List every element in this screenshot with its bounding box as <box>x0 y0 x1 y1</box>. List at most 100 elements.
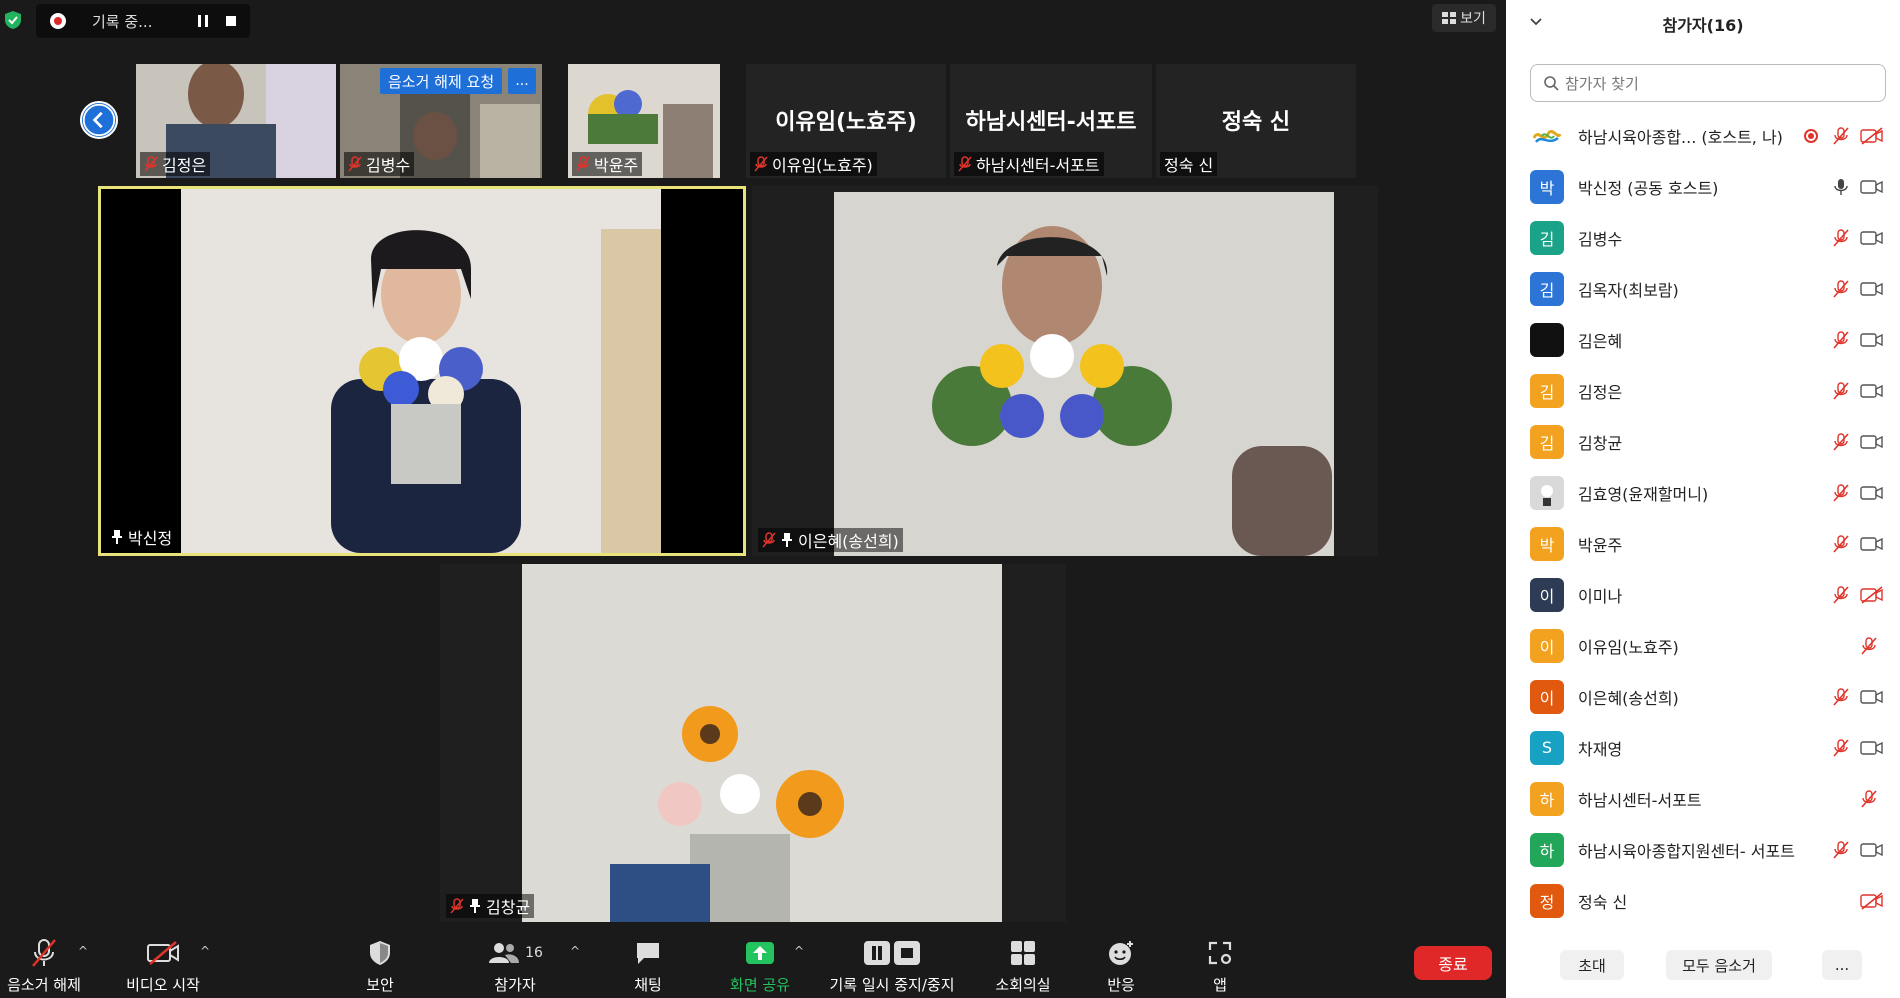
thumbnail-name-tile[interactable]: 이유임(노효주) 이유임(노효주) <box>746 64 946 178</box>
participant-row[interactable]: 박 박신정 (공동 호스트) <box>1506 161 1900 212</box>
start-video-label: 비디오 시작 <box>126 976 200 994</box>
search-placeholder: 참가자 찾기 <box>1565 74 1639 93</box>
mic-muted-icon[interactable] <box>1832 585 1850 605</box>
video-on-icon[interactable] <box>1860 535 1884 553</box>
thumbnail-video[interactable]: 박윤주 <box>568 64 720 178</box>
video-on-icon[interactable] <box>1860 484 1884 502</box>
participant-row[interactable]: 김 김옥자(최보람) <box>1506 263 1900 314</box>
video-on-icon[interactable] <box>1860 688 1884 706</box>
participant-row[interactable]: 이 이미나 <box>1506 569 1900 620</box>
participant-avatar: 이 <box>1530 577 1564 612</box>
start-video-button[interactable]: 비디오 시작 <box>118 936 208 995</box>
panel-more-button[interactable]: ... <box>1822 950 1862 980</box>
thumbnail-name-tile[interactable]: 하남시센터-서포트 하남시센터-서포트 <box>950 64 1152 178</box>
thumbnail-big-name: 하남시센터-서포트 <box>965 110 1137 135</box>
mic-muted-icon[interactable] <box>1832 330 1850 350</box>
participant-row[interactable]: 하남시육아종합... (호스트, 나) <box>1506 110 1900 161</box>
mic-muted-icon[interactable] <box>1832 279 1850 299</box>
mic-muted-icon[interactable] <box>1860 636 1878 656</box>
participants-options-caret[interactable]: ^ <box>570 944 580 958</box>
thumbnail-video[interactable]: 김정은 <box>136 64 336 178</box>
mic-muted-icon[interactable] <box>1832 687 1850 707</box>
participant-row[interactable]: 김 김창균 <box>1506 416 1900 467</box>
active-speaker-tile[interactable]: 박신정 <box>98 186 746 556</box>
participant-row[interactable]: 이 이은혜(송선희) <box>1506 671 1900 722</box>
participant-row[interactable]: 김효영(윤재할머니) <box>1506 467 1900 518</box>
mic-muted-icon[interactable] <box>1832 126 1850 146</box>
mic-muted-icon[interactable] <box>1832 840 1850 860</box>
pause-recording-icon[interactable] <box>196 14 210 28</box>
participant-row[interactable]: 김 김병수 <box>1506 212 1900 263</box>
mute-all-button[interactable]: 모두 음소거 <box>1666 950 1772 980</box>
participants-button[interactable]: 16 참가자 <box>480 936 550 995</box>
request-unmute-button[interactable]: 음소거 해제 요청 <box>380 68 503 94</box>
breakout-rooms-icon <box>1011 941 1035 965</box>
video-tile[interactable]: 이은혜(송선희) <box>752 186 1378 556</box>
participant-row[interactable]: 하 하남시센터-서포트 <box>1506 773 1900 824</box>
video-on-icon[interactable] <box>1860 739 1884 757</box>
search-icon <box>1544 76 1559 91</box>
record-pause-stop-button[interactable]: 기록 일시 중지/중지 <box>822 936 962 995</box>
tile-caption: 이은혜(송선희) <box>758 528 903 552</box>
unmute-button[interactable]: 음소거 해제 <box>4 936 84 995</box>
mic-muted-icon[interactable] <box>1832 483 1850 503</box>
view-button[interactable]: 보기 <box>1432 4 1496 32</box>
invite-button[interactable]: 초대 <box>1560 950 1624 980</box>
apps-button[interactable]: 앱 <box>1200 936 1240 995</box>
participant-row[interactable]: 박 박윤주 <box>1506 518 1900 569</box>
participant-avatar <box>1530 322 1564 357</box>
mic-muted-icon[interactable] <box>1832 432 1850 452</box>
participant-avatar: 정 <box>1530 883 1564 918</box>
participant-count-badge: 16 <box>525 945 543 961</box>
security-button[interactable]: 보안 <box>350 936 410 995</box>
share-options-caret[interactable]: ^ <box>794 944 804 958</box>
video-on-icon[interactable] <box>1860 841 1884 859</box>
participant-row[interactable]: 김은혜 <box>1506 314 1900 365</box>
participant-row[interactable]: 김 김정은 <box>1506 365 1900 416</box>
video-off-icon[interactable] <box>1860 126 1884 145</box>
participant-row[interactable]: 정 정숙 신 <box>1506 875 1900 926</box>
record-label: 기록 일시 중지/중지 <box>829 976 955 994</box>
video-off-icon[interactable] <box>1860 585 1884 604</box>
participant-row[interactable]: S 차재영 <box>1506 722 1900 773</box>
reactions-button[interactable]: 반응 <box>1094 936 1148 995</box>
reactions-label: 반응 <box>1107 976 1135 994</box>
organization-logo-icon <box>1532 129 1562 143</box>
end-meeting-button[interactable]: 종료 <box>1414 946 1492 980</box>
stop-recording-icon[interactable] <box>224 14 238 28</box>
share-screen-button[interactable]: 화면 공유 <box>720 936 800 995</box>
breakout-rooms-button[interactable]: 소회의실 <box>988 936 1058 995</box>
video-off-icon[interactable] <box>1860 891 1884 910</box>
participant-name: 하남시센터-서포트 <box>1578 790 1702 810</box>
thumbnail-name: 김정은 <box>162 156 207 175</box>
video-on-icon[interactable] <box>1860 280 1884 298</box>
mic-muted-icon[interactable] <box>1832 228 1850 248</box>
chat-button[interactable]: 채팅 <box>618 936 678 995</box>
mic-muted-icon[interactable] <box>1832 534 1850 554</box>
participant-name: 하남시육아종합지원센터- 서포트 <box>1578 841 1795 861</box>
mic-muted-icon[interactable] <box>1832 381 1850 401</box>
participant-name: 김옥자(최보람) <box>1578 280 1679 300</box>
video-on-icon[interactable] <box>1860 433 1884 451</box>
video-on-icon[interactable] <box>1860 382 1884 400</box>
audio-options-caret[interactable]: ^ <box>78 944 88 958</box>
mic-on-icon[interactable] <box>1832 177 1850 197</box>
thumbnail-name-tile[interactable]: 정숙 신 정숙 신 <box>1156 64 1356 178</box>
participant-avatar <box>1530 118 1564 153</box>
video-tile[interactable]: 김창균 <box>440 564 1066 922</box>
participant-name: 김정은 <box>1578 382 1623 402</box>
video-on-icon[interactable] <box>1860 229 1884 247</box>
mic-muted-icon[interactable] <box>1832 738 1850 758</box>
previous-page-button[interactable] <box>80 101 118 139</box>
participant-row[interactable]: 이 이유임(노효주) <box>1506 620 1900 671</box>
encryption-shield-icon[interactable] <box>4 10 22 30</box>
video-on-icon[interactable] <box>1860 331 1884 349</box>
participant-row[interactable]: 하 하남시육아종합지원센터- 서포트 <box>1506 824 1900 875</box>
thumbnail-more-button[interactable]: ... <box>508 68 536 94</box>
video-options-caret[interactable]: ^ <box>200 944 210 958</box>
participant-name: 이은혜(송선희) <box>1578 688 1679 708</box>
video-on-icon[interactable] <box>1860 178 1884 196</box>
mic-muted-icon[interactable] <box>1860 789 1878 809</box>
participant-search-input[interactable]: 참가자 찾기 <box>1530 64 1886 102</box>
thumbnail-name: 하남시센터-서포트 <box>976 156 1100 175</box>
